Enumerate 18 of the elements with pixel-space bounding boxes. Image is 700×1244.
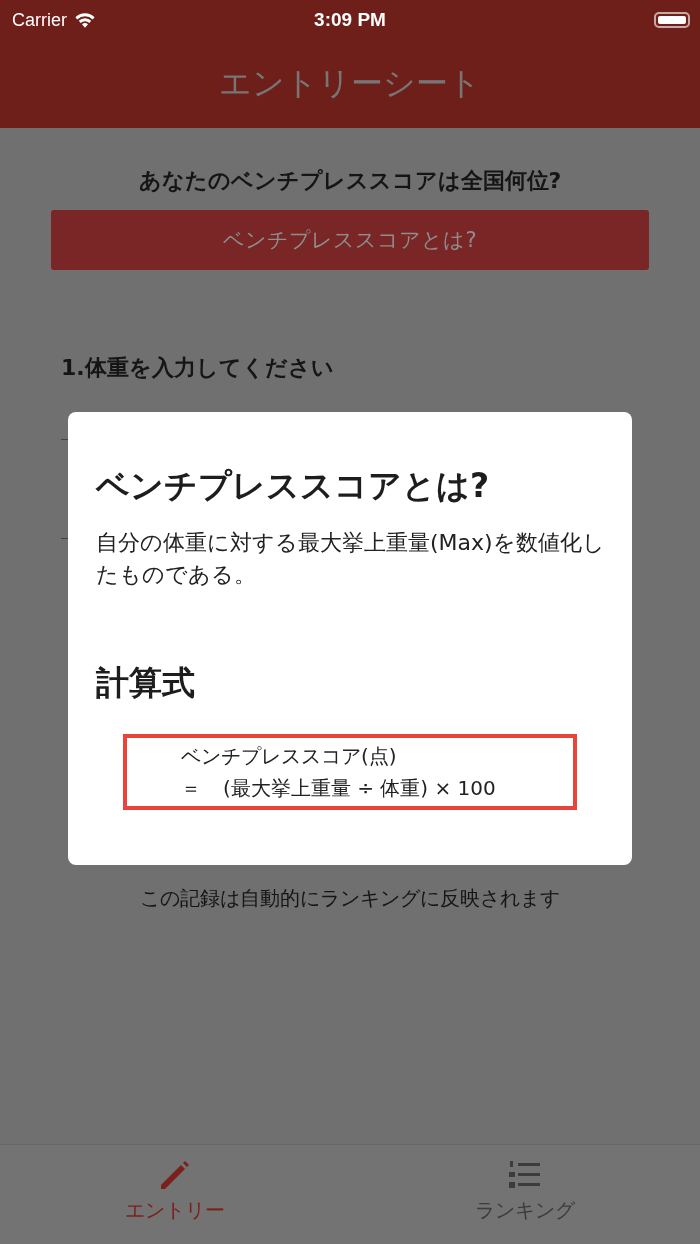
numbered-list-icon	[508, 1159, 542, 1191]
carrier-text: Carrier	[12, 9, 67, 31]
equals-sign: ＝	[181, 775, 201, 802]
heading-text: あなたのベンチプレススコアは全国何位?	[137, 167, 563, 195]
wifi-icon	[73, 11, 97, 29]
formula-heading: 計算式	[96, 662, 196, 704]
nav-title: エントリーシート	[219, 63, 481, 104]
formula-text: (最大挙上重量 ÷ 体重) × 100	[223, 775, 496, 802]
battery-icon	[654, 12, 690, 28]
info-button[interactable]: ベンチプレススコアとは?	[51, 210, 649, 270]
dialog-description: 自分の体重に対する最大挙上重量(Max)を数値化したものである。	[96, 529, 606, 589]
pencil-icon	[158, 1159, 192, 1191]
note-text: この記録は自動的にランキングに反映されます	[139, 885, 561, 912]
tab-item[interactable]: エントリー	[0, 1145, 350, 1244]
question-label: 1.体重を入力してください	[61, 354, 335, 382]
formula-text: ベンチプレススコア(点)	[181, 743, 398, 770]
time-text: 3:09 PM	[314, 9, 386, 31]
dialog-title: ベンチプレススコアとは?	[96, 465, 491, 507]
